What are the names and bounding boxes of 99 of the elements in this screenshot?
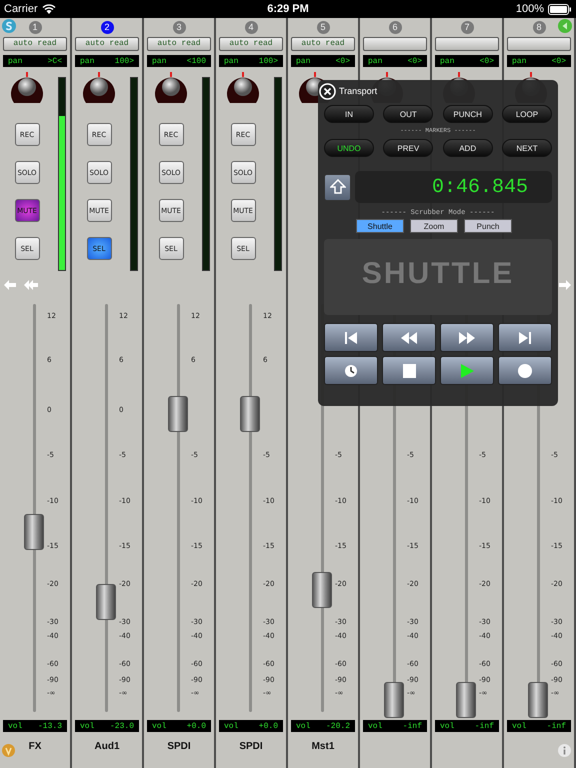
transport-option-button[interactable]: OUT — [383, 105, 434, 123]
pan-label: pan — [80, 56, 94, 66]
channel-number[interactable]: 6 — [388, 20, 402, 34]
channel-name: SPDI — [167, 740, 191, 752]
clock-button[interactable] — [324, 356, 378, 385]
automation-button[interactable]: auto read — [3, 37, 67, 51]
pan-value: 100> — [258, 56, 278, 66]
mode-display: SHUTTLE — [324, 239, 552, 315]
volume-label: vol — [296, 722, 310, 730]
carrier-label: Carrier — [4, 3, 38, 15]
to-start-button[interactable] — [324, 323, 378, 352]
fast-forward-button[interactable] — [440, 323, 494, 352]
pan-label: pan — [8, 56, 22, 66]
pan-value: 100> — [114, 56, 134, 66]
battery-percent: 100% — [516, 3, 544, 15]
fader-handle[interactable] — [456, 682, 476, 718]
pan-knob[interactable] — [8, 71, 46, 105]
to-end-button[interactable] — [498, 323, 552, 352]
automation-button[interactable]: auto read — [147, 37, 211, 51]
transport-option-button[interactable]: LOOP — [502, 105, 552, 123]
pan-label: pan — [368, 56, 382, 66]
pan-knob[interactable] — [152, 71, 190, 105]
automation-button[interactable] — [507, 37, 571, 51]
marker-button[interactable]: PREV — [383, 139, 434, 157]
volume-value: -inf — [402, 722, 422, 730]
stop-button[interactable] — [382, 356, 436, 385]
record-icon — [515, 362, 535, 378]
channel-number[interactable]: 8 — [532, 20, 546, 34]
pan-value: <100 — [186, 56, 206, 66]
channel-name: Mst1 — [312, 740, 334, 752]
up-arrow-button[interactable] — [324, 174, 351, 200]
scrubber-mode-tab[interactable]: Punch — [464, 219, 512, 233]
pan-label: pan — [296, 56, 310, 66]
volume-label: vol — [224, 722, 238, 730]
pan-value: <0> — [552, 56, 566, 66]
transport-option-button[interactable]: IN — [324, 105, 374, 123]
volume-label: vol — [512, 722, 526, 730]
pan-knob[interactable] — [80, 71, 118, 105]
fader-handle[interactable] — [528, 682, 548, 718]
record-button[interactable] — [498, 356, 552, 385]
pan-value: <0> — [336, 56, 350, 66]
pan-label: pan — [512, 56, 526, 66]
volume-value: -inf — [546, 722, 566, 730]
automation-button[interactable]: auto read — [75, 37, 139, 51]
transport-title: Transport — [339, 86, 378, 96]
fast-forward-icon — [457, 330, 477, 346]
automation-button[interactable]: auto read — [219, 37, 283, 51]
up-arrow-icon — [330, 179, 346, 195]
channel-number[interactable]: 2 — [100, 20, 114, 34]
channel-name: Aud1 — [94, 740, 120, 752]
rewind-button[interactable] — [382, 323, 436, 352]
volume-label: vol — [368, 722, 382, 730]
fader-handle[interactable] — [168, 396, 188, 432]
pan-label: pan — [152, 56, 166, 66]
pan-knob[interactable] — [224, 71, 262, 105]
marker-button[interactable]: NEXT — [502, 139, 552, 157]
fader-handle[interactable] — [24, 514, 44, 550]
fader-handle[interactable] — [312, 572, 332, 608]
play-button[interactable] — [440, 356, 494, 385]
rewind-icon — [399, 330, 419, 346]
pan-value: <0> — [480, 56, 494, 66]
battery-icon — [548, 4, 572, 14]
scrubber-mode-tab[interactable]: Shuttle — [356, 219, 404, 233]
automation-button[interactable] — [363, 37, 427, 51]
info-icon[interactable] — [558, 744, 571, 757]
marker-button[interactable]: UNDO — [324, 139, 374, 157]
volume-label: vol — [80, 722, 94, 730]
automation-button[interactable]: auto read — [291, 37, 355, 51]
channel-name: SPDI — [239, 740, 263, 752]
pan-value: >C< — [48, 56, 62, 66]
volume-value: +0.0 — [258, 722, 278, 730]
fader-handle[interactable] — [240, 396, 260, 432]
channel-number[interactable]: 5 — [316, 20, 330, 34]
scrubber-mode-tab[interactable]: Zoom — [410, 219, 458, 233]
channel-number[interactable]: 3 — [172, 20, 186, 34]
volume-value: +0.0 — [186, 722, 206, 730]
volume-value: -13.3 — [38, 722, 62, 730]
volume-label: vol — [8, 722, 22, 730]
pan-label: pan — [440, 56, 454, 66]
fader-handle[interactable] — [96, 584, 116, 620]
volume-label: vol — [440, 722, 454, 730]
channel-number[interactable]: 1 — [28, 20, 42, 34]
pan-value: <0> — [408, 56, 422, 66]
fader-handle[interactable] — [384, 682, 404, 718]
automation-button[interactable] — [435, 37, 499, 51]
channel-name: FX — [28, 740, 42, 752]
volume-value: -20.2 — [326, 722, 350, 730]
wifi-icon — [42, 4, 56, 14]
channel-number[interactable]: 4 — [244, 20, 258, 34]
volume-label: vol — [152, 722, 166, 730]
transport-option-button[interactable]: PUNCH — [442, 105, 493, 123]
marker-button[interactable]: ADD — [442, 139, 493, 157]
time-display: 0:46.845 — [355, 171, 552, 203]
volume-value: -inf — [474, 722, 494, 730]
close-icon[interactable] — [319, 82, 336, 100]
pan-label: pan — [224, 56, 238, 66]
clock-time: 6:29 PM — [267, 3, 309, 15]
channel-number[interactable]: 7 — [460, 20, 474, 34]
volume-value: -23.0 — [110, 722, 134, 730]
